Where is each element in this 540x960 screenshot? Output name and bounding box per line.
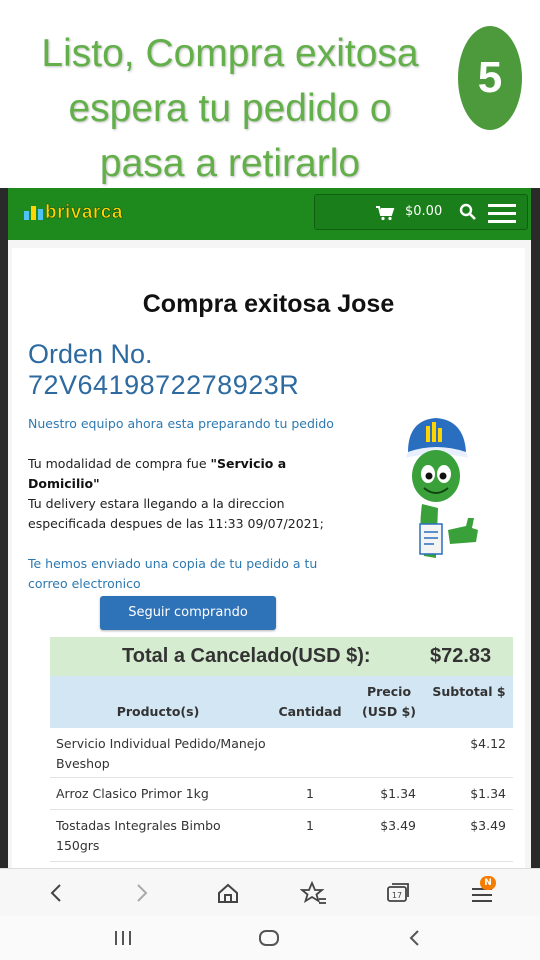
order-label: Orden No.: [28, 339, 153, 369]
product-subtotal: $4.12: [470, 736, 506, 751]
brivarca-logo[interactable]: brivarca: [24, 200, 123, 226]
menu-notification-badge: N: [480, 876, 496, 890]
logo-text: brivarca: [45, 202, 123, 224]
logo-bars-icon: [24, 206, 43, 220]
delivery-mode-prefix: Tu modalidad de compra fue: [28, 456, 211, 471]
product-price: $1.34: [380, 786, 416, 801]
order-total-bar: Total a Cancelado(USD $): $72.83: [50, 637, 513, 676]
continue-shopping-button[interactable]: Seguir comprando: [100, 596, 276, 630]
order-table-header: Producto(s) Cantidad Precio (USD $) Subt…: [50, 676, 513, 728]
table-row: Arroz Clasico Primor 1kg 1 $1.34 $1.34: [50, 778, 513, 810]
back-chevron-icon[interactable]: [405, 928, 425, 948]
home-icon[interactable]: [214, 879, 242, 907]
product-name: Servicio Individual Pedido/Manejo Bvesho…: [56, 736, 266, 771]
step-number-badge: 5: [458, 26, 522, 130]
search-icon[interactable]: [459, 203, 477, 221]
system-navigation-bar: [0, 916, 540, 960]
page-content: Compra exitosa Jose Orden No. 72V6419872…: [8, 240, 531, 868]
instruction-text: Listo, Compra exitosa espera tu pedido o…: [10, 26, 450, 191]
mascot-illustration: [406, 418, 478, 558]
product-quantity: 1: [306, 786, 314, 801]
forward-icon[interactable]: [128, 879, 156, 907]
recents-icon[interactable]: [112, 928, 134, 948]
app-header: brivarca $0.00: [8, 188, 531, 240]
product-subtotal: $1.34: [470, 786, 506, 801]
column-quantity: Cantidad: [278, 704, 342, 719]
order-number: 72V6419872278923R: [28, 370, 300, 400]
bookmark-star-icon[interactable]: [300, 879, 328, 907]
delivery-mode-message: Tu modalidad de compra fue "Servicio a D…: [28, 454, 358, 494]
cart-icon[interactable]: [375, 205, 395, 221]
table-row: Tostadas Integrales Bimbo 150grs 1 $3.49…: [50, 810, 513, 862]
email-copy-message: Te hemos enviado una copia de tu pedido …: [28, 556, 318, 591]
back-icon[interactable]: [42, 879, 70, 907]
success-title: Compra exitosa Jose: [142, 290, 395, 318]
menu-icon[interactable]: [488, 204, 516, 228]
total-label: Total a Cancelado(USD $):: [122, 645, 371, 667]
instruction-line: espera tu pedido o: [68, 87, 392, 130]
home-circle-icon[interactable]: [257, 928, 281, 948]
phone-frame: brivarca $0.00 Compra exitosa Jose Orden…: [0, 188, 540, 960]
tabs-icon[interactable]: 17: [384, 879, 412, 907]
total-value: $72.83: [430, 645, 492, 667]
cart-total[interactable]: $0.00: [405, 204, 442, 219]
column-price: Precio (USD $): [361, 684, 416, 719]
product-name: Arroz Clasico Primor 1kg: [56, 786, 209, 801]
browser-screen: brivarca $0.00 Compra exitosa Jose Orden…: [8, 188, 531, 868]
product-name: Tostadas Integrales Bimbo 150grs: [56, 818, 221, 853]
instruction-line: pasa a retirarlo: [99, 142, 361, 185]
tabs-count: 17: [392, 891, 402, 900]
product-price: $3.49: [380, 818, 416, 833]
product-subtotal: $3.49: [470, 818, 506, 833]
instruction-line: Listo, Compra exitosa: [41, 32, 419, 75]
delivery-time-message: Tu delivery estara llegando a la direcci…: [28, 496, 324, 531]
order-confirmation-card: Compra exitosa Jose Orden No. 72V6419872…: [12, 248, 525, 868]
instruction-banner: Listo, Compra exitosa espera tu pedido o…: [0, 0, 540, 188]
table-row: Servicio Individual Pedido/Manejo Bvesho…: [50, 728, 513, 778]
column-subtotal: Subtotal $: [432, 684, 506, 699]
header-actions: $0.00: [314, 194, 528, 230]
product-quantity: 1: [306, 818, 314, 833]
column-product: Producto(s): [116, 704, 200, 719]
preparing-message: Nuestro equipo ahora esta preparando tu …: [28, 416, 334, 431]
browser-toolbar: 17 N: [0, 868, 540, 916]
